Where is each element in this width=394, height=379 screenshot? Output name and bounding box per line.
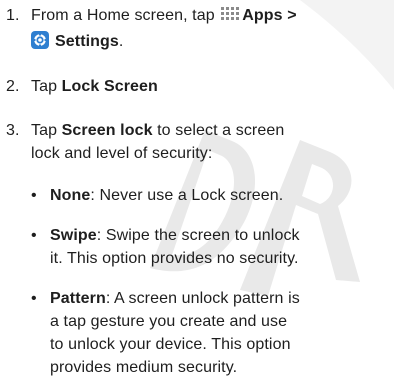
screen-lock-label: Screen lock bbox=[61, 122, 153, 139]
apps-label: Apps > bbox=[242, 7, 297, 24]
step-number: 2. bbox=[6, 78, 20, 95]
option-label: Pattern bbox=[50, 290, 106, 307]
lock-screen-label: Lock Screen bbox=[61, 78, 158, 95]
step-number: 3. bbox=[6, 122, 20, 139]
bullet: • bbox=[31, 187, 37, 204]
bullet: • bbox=[31, 227, 37, 244]
option-label: Swipe bbox=[50, 227, 97, 244]
settings-gear-icon bbox=[31, 31, 49, 49]
option-label: None bbox=[50, 187, 91, 204]
settings-label: Settings bbox=[55, 33, 119, 50]
apps-grid-icon bbox=[221, 7, 240, 20]
step-text: From a Home screen, tap bbox=[31, 7, 215, 24]
step-number: 1. bbox=[6, 7, 20, 24]
bullet: • bbox=[31, 290, 37, 307]
